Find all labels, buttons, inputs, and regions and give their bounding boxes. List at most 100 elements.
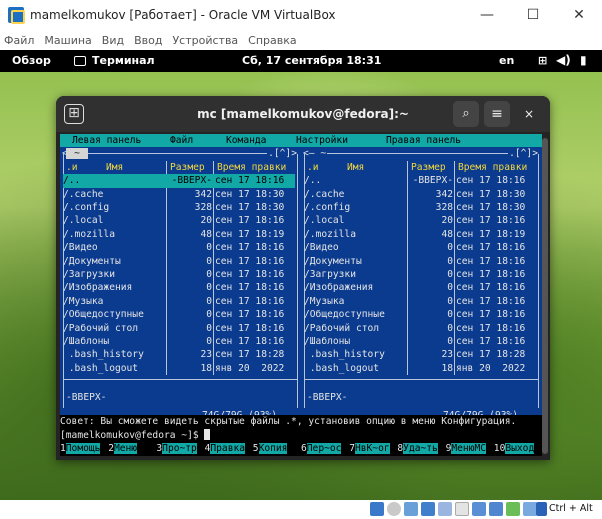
file-size: 23	[441, 349, 453, 361]
column-header-time[interactable]: Время правки	[458, 161, 527, 174]
fkey-number: 1	[60, 443, 66, 455]
shell-prompt: [mamelkomukov@fedora ~]$	[60, 429, 205, 441]
file-name: /Шаблоны	[304, 335, 351, 347]
new-tab-button[interactable]: ⊞	[64, 104, 84, 124]
keyboard-layout[interactable]: en	[499, 54, 514, 67]
column-header-size[interactable]: Размер	[170, 161, 205, 174]
file-time: сен 17 18:16	[215, 255, 285, 267]
sort-indicator[interactable]: .и	[66, 161, 78, 174]
panel-path: <— ~	[302, 147, 328, 161]
clock[interactable]: Сб, 17 сентября 18:31	[242, 54, 381, 67]
file-name: /Общедоступные	[304, 309, 385, 321]
mc-menu-options[interactable]: Настройки	[296, 134, 348, 147]
file-size: 0	[206, 255, 212, 267]
terminal-close-button[interactable]: ×	[520, 105, 538, 123]
fkey-8[interactable]: 8Уда~ть	[397, 442, 438, 455]
maximize-button[interactable]: ☐	[510, 0, 556, 30]
menu-view[interactable]: Вид	[102, 34, 124, 47]
mini-status: -ВВЕРХ-	[66, 392, 107, 404]
menu-input[interactable]: Ввод	[134, 34, 162, 47]
column-divider	[454, 160, 455, 376]
left-panel[interactable]: < ~ .[^]> .и Имя Размер Время правки /..…	[60, 147, 301, 423]
shared-folders-icon[interactable]	[455, 502, 469, 516]
column-header-time[interactable]: Время правки	[217, 161, 286, 174]
file-name: /.local	[63, 215, 104, 227]
mc-menu-command[interactable]: Команда	[226, 134, 266, 147]
command-line[interactable]: [mamelkomukov@fedora ~]$	[60, 428, 542, 443]
fkey-9[interactable]: 9МенюМС	[445, 442, 487, 455]
fkey-10[interactable]: 10Выход	[493, 442, 535, 455]
column-header-size[interactable]: Размер	[411, 161, 446, 174]
optical-drive-icon[interactable]	[387, 502, 401, 516]
hamburger-menu-button[interactable]: ≡	[484, 101, 510, 127]
column-header-name[interactable]: Имя	[347, 161, 364, 174]
keyboard-capture-icon[interactable]	[536, 502, 547, 516]
menu-devices[interactable]: Устройства	[172, 34, 238, 47]
file-name: /.cache	[304, 188, 345, 200]
app-menu[interactable]: Терминал	[74, 54, 155, 67]
fkey-6[interactable]: 6Пер~ос	[301, 442, 342, 455]
file-size: 0	[206, 282, 212, 294]
file-time: сен 17 18:16	[456, 295, 526, 307]
mc-menu-left-panel[interactable]: Левая панель	[72, 134, 141, 147]
search-button[interactable]: ⌕	[453, 101, 479, 127]
terminal-window: ⊞ mc [mamelkomukov@fedora]:~ ⌕ ≡ × Левая…	[56, 96, 550, 460]
hard-disk-icon[interactable]	[370, 502, 384, 516]
network-icon[interactable]: ⊞	[538, 54, 547, 67]
panel-frame	[60, 147, 301, 160]
file-time: сен 17 18:30	[215, 201, 285, 213]
fkey-2[interactable]: 2Меню	[108, 442, 138, 455]
fkey-1[interactable]: 1Помощь	[60, 442, 101, 455]
fkey-3[interactable]: 3Про~тр	[156, 442, 197, 455]
column-header-name[interactable]: Имя	[106, 161, 123, 174]
activities-button[interactable]: Обзор	[12, 54, 51, 67]
audio-icon[interactable]	[404, 502, 418, 516]
file-name: .bash_logout	[63, 362, 139, 374]
mini-status: -ВВЕРХ-	[307, 392, 348, 404]
volume-icon[interactable]: ◀)	[556, 53, 571, 67]
file-time: сен 17 18:16	[215, 295, 285, 307]
frame-line	[538, 154, 539, 409]
file-name: /Загрузки	[63, 268, 115, 280]
right-panel[interactable]: <— ~ .[^]> .и Имя Размер Время правки /.…	[301, 147, 542, 423]
file-name: /Видео	[63, 242, 98, 254]
fkey-label: Уда~ть	[403, 443, 438, 455]
file-name: /..	[63, 175, 81, 187]
host-key: Ctrl + Alt	[549, 503, 593, 514]
fkey-5[interactable]: 5Копия	[252, 442, 288, 455]
file-time: сен 17 18:16	[456, 175, 526, 187]
power-icon[interactable]: ▮	[580, 53, 587, 67]
usb-icon[interactable]	[438, 502, 452, 516]
fkey-4[interactable]: 4Правка	[204, 442, 246, 455]
file-time: сен 17 18:16	[456, 268, 526, 280]
recording-icon[interactable]	[489, 502, 503, 516]
mouse-integration-icon[interactable]	[523, 502, 537, 516]
close-button[interactable]: ✕	[556, 0, 602, 30]
menu-file[interactable]: Файл	[4, 34, 34, 47]
fkey-7[interactable]: 7НвК~ог	[349, 442, 390, 455]
network-adapter-icon[interactable]	[421, 502, 435, 516]
file-time: сен 17 18:16	[215, 175, 285, 187]
cpu-icon[interactable]	[506, 502, 520, 516]
panel-corner-tag[interactable]: .[^]>	[508, 147, 539, 161]
file-name: /.local	[304, 215, 345, 227]
file-time: сен 17 18:16	[456, 335, 526, 347]
menu-machine[interactable]: Машина	[44, 34, 91, 47]
app-menu-label: Терминал	[92, 54, 155, 67]
display-icon[interactable]	[472, 502, 486, 516]
file-size: 328	[194, 201, 212, 213]
mc-menu-file[interactable]: Файл	[170, 134, 193, 147]
mc-menu-right-panel[interactable]: Правая панель	[386, 134, 461, 147]
panel-path: ~	[66, 148, 88, 160]
file-size: 0	[206, 295, 212, 307]
file-time: сен 17 18:16	[215, 268, 285, 280]
file-name: /.cache	[63, 188, 104, 200]
minimize-button[interactable]: —	[464, 0, 510, 30]
file-name: /Документы	[304, 255, 362, 267]
terminal-scrollbar[interactable]	[542, 138, 548, 454]
file-size: 0	[206, 335, 212, 347]
sort-indicator[interactable]: .и	[307, 161, 319, 174]
vbox-titlebar: mamelkomukov [Работает] - Oracle VM Virt…	[0, 0, 602, 30]
panel-corner-tag[interactable]: .[^]>	[267, 147, 298, 161]
menu-help[interactable]: Справка	[248, 34, 296, 47]
